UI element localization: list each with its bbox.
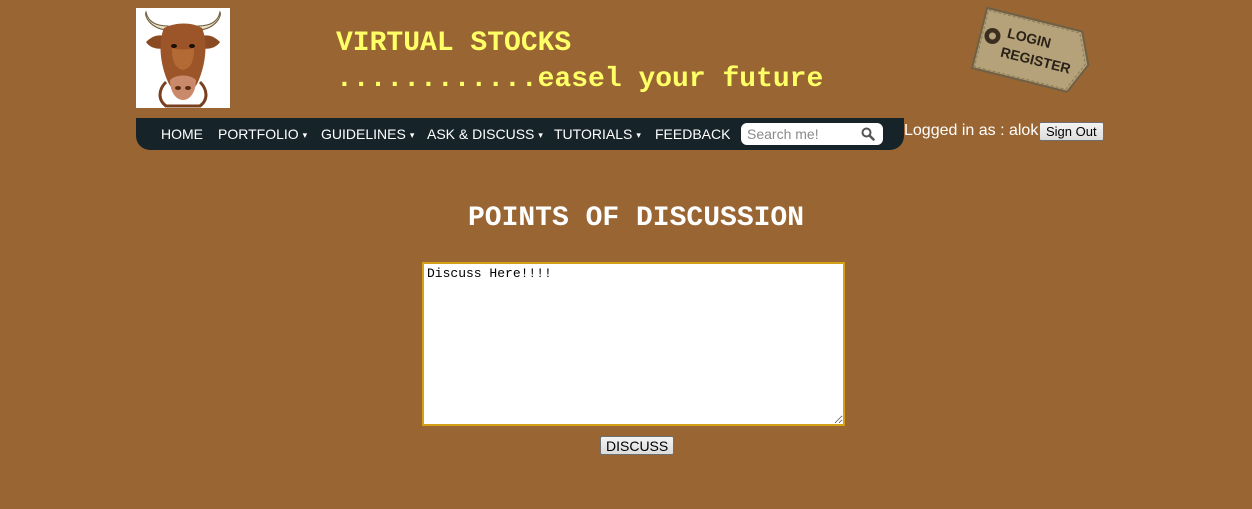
chevron-down-icon: ▾ (636, 130, 641, 141)
discuss-button[interactable]: DISCUSS (600, 436, 675, 455)
nav-feedback-label[interactable]: FEEDBACK (655, 126, 730, 142)
sign-out-button[interactable]: Sign Out (1039, 122, 1104, 141)
nav-portfolio[interactable]: PORTFOLIO ▾ (218, 118, 307, 150)
nav-tutorials[interactable]: TUTORIALS ▾ (554, 118, 641, 150)
search-icon[interactable] (861, 127, 875, 141)
site-tagline: ............easel your future (336, 64, 824, 95)
search-box (741, 123, 883, 145)
nav-ask-discuss[interactable]: ASK & DISCUSS ▾ (427, 118, 543, 150)
bull-logo (136, 8, 230, 108)
nav-tutorials-label[interactable]: TUTORIALS (554, 126, 632, 142)
nav-home[interactable]: HOME (161, 118, 203, 150)
page-title: POINTS OF DISCUSSION (467, 203, 805, 234)
nav-guidelines[interactable]: GUIDELINES ▾ (321, 118, 414, 150)
chevron-down-icon: ▾ (538, 130, 543, 141)
discussion-textarea[interactable]: Discuss Here!!!! (422, 262, 845, 426)
logged-in-status: Logged in as : alok (904, 122, 1039, 139)
nav-guidelines-label[interactable]: GUIDELINES (321, 126, 406, 142)
nav-home-label[interactable]: HOME (161, 126, 203, 142)
search-input[interactable] (741, 123, 859, 145)
chevron-down-icon: ▾ (409, 130, 415, 141)
nav-portfolio-label[interactable]: PORTFOLIO (218, 126, 299, 142)
site-title: VIRTUAL STOCKS (336, 28, 572, 59)
nav-feedback[interactable]: FEEDBACK (655, 118, 730, 150)
main-navbar: HOME PORTFOLIO ▾ GUIDELINES ▾ ASK & DISCUS… (136, 118, 904, 150)
nav-ask-discuss-label[interactable]: ASK & DISCUSS (427, 126, 534, 142)
chevron-down-icon: ▾ (302, 130, 308, 141)
login-register-tag[interactable]: LOGIN REGISTER (964, 6, 1100, 96)
